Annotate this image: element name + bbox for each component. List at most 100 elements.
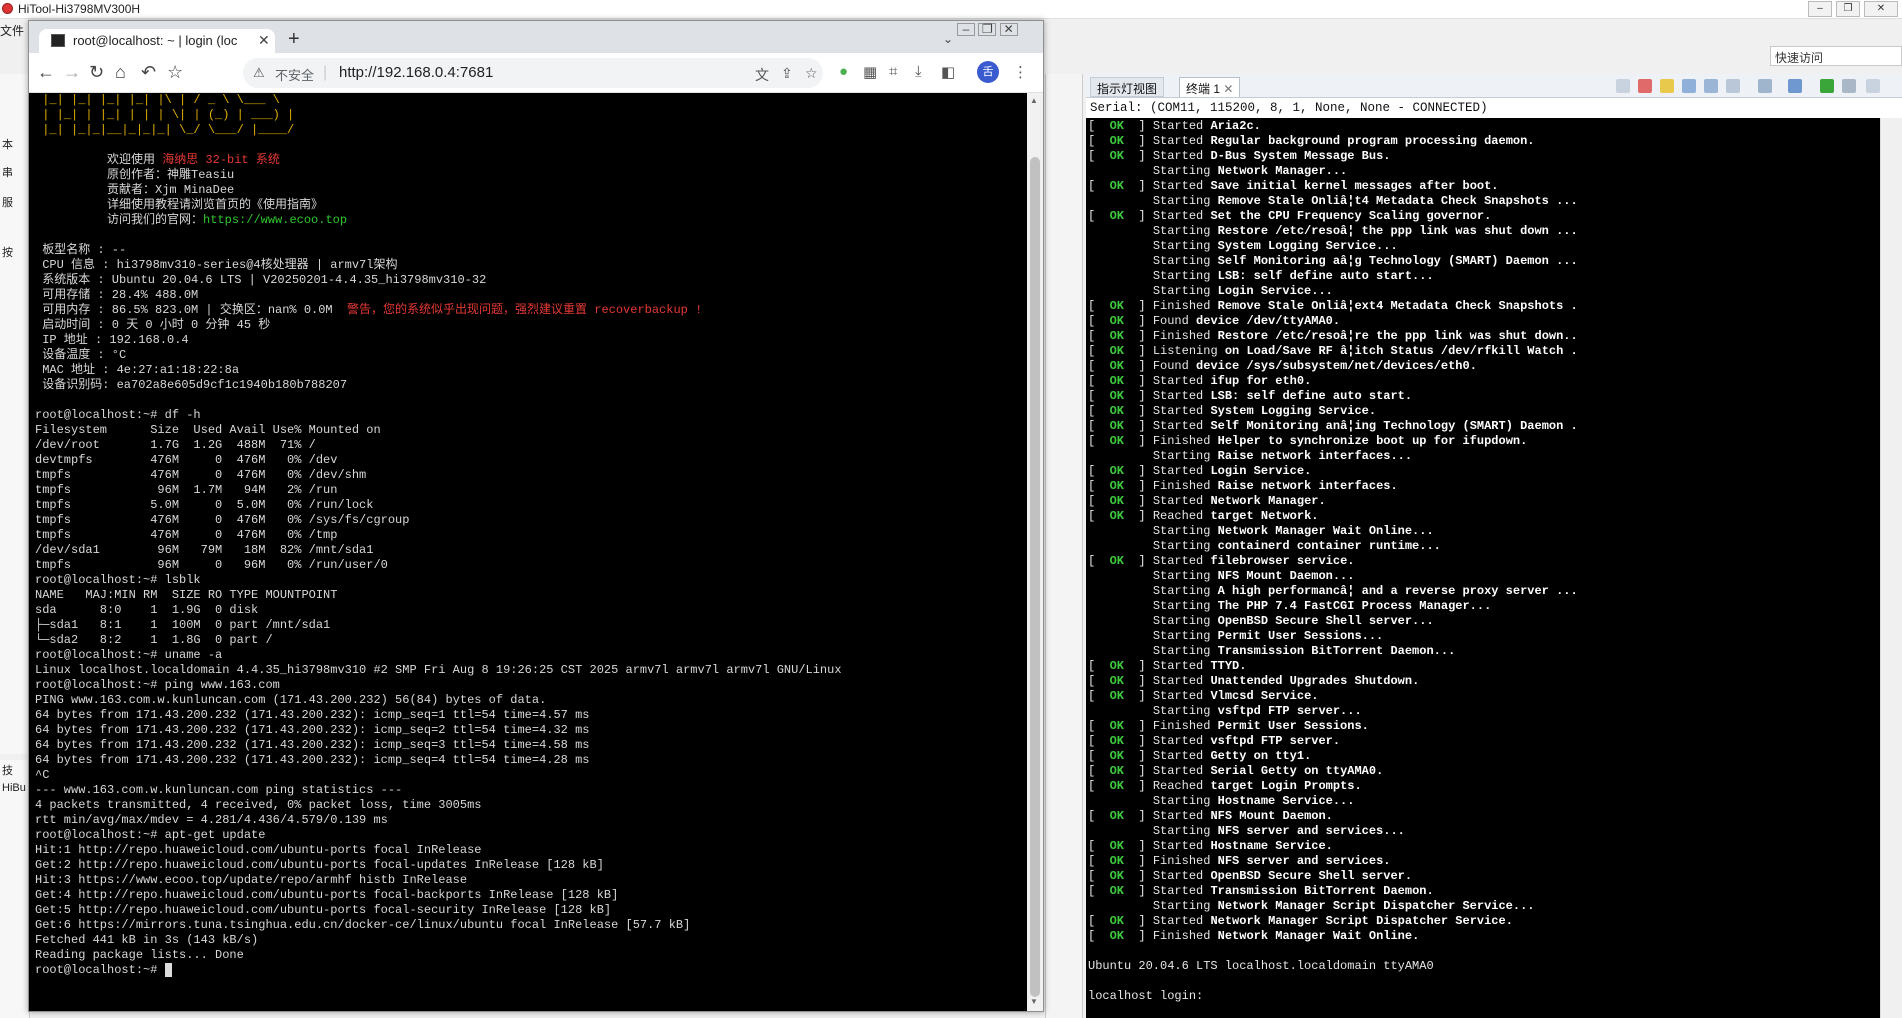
boot-unit: Hostname Service... bbox=[1217, 794, 1355, 808]
minimize-view-icon[interactable] bbox=[1866, 79, 1880, 93]
boot-unit: NFS server and services... bbox=[1217, 824, 1405, 838]
settings-icon[interactable] bbox=[1660, 79, 1674, 93]
left-bottom-item-0[interactable]: 技 bbox=[2, 762, 13, 778]
bookmark-star-icon[interactable]: ☆ bbox=[167, 62, 183, 82]
url-text[interactable]: http://192.168.0.4:7681 bbox=[339, 64, 493, 81]
forward-icon[interactable]: → bbox=[63, 62, 81, 82]
menu-icon[interactable]: ⋮ bbox=[1013, 63, 1028, 81]
left-item-0[interactable]: 本 bbox=[2, 136, 13, 152]
boot-verb: Started bbox=[1152, 659, 1204, 673]
reload-icon[interactable]: ↻ bbox=[89, 62, 104, 82]
crop-icon[interactable]: ⌗ bbox=[889, 63, 897, 80]
boot-unit: Transmission BitTorrent Daemon... bbox=[1217, 644, 1456, 658]
home-icon[interactable]: ⌂ bbox=[115, 62, 126, 82]
minimize-button[interactable]: – bbox=[1808, 1, 1832, 17]
disconnect-icon[interactable] bbox=[1616, 79, 1630, 93]
translate-icon[interactable]: 文 bbox=[755, 65, 769, 85]
boot-verb: Reached bbox=[1152, 779, 1204, 793]
hitool-app-icon bbox=[2, 3, 13, 14]
quick-access-input[interactable]: 快速访问 bbox=[1770, 46, 1902, 66]
ok-status: OK bbox=[1102, 404, 1132, 418]
terminal-line: --- www.163.com.w.kunluncan.com ping sta… bbox=[35, 783, 403, 797]
side-panel-icon[interactable]: ◧ bbox=[941, 63, 955, 81]
terminal-line: NAME MAJ:MIN RM SIZE RO TYPE MOUNTPOINT bbox=[35, 588, 338, 602]
left-item-3[interactable]: 按 bbox=[2, 244, 13, 260]
bracket: ] bbox=[1131, 314, 1153, 328]
layout-icon[interactable] bbox=[1682, 79, 1696, 93]
address-bar[interactable]: ⚠ 不安全 | http://192.168.0.4:7681 文 ⇪ ☆ bbox=[243, 58, 823, 88]
bracket: [ bbox=[1088, 689, 1103, 703]
boot-verb: Started bbox=[1152, 749, 1204, 763]
browser-minimize-button[interactable]: – bbox=[957, 23, 975, 36]
boot-verb: Started bbox=[1152, 734, 1204, 748]
browser-close-button[interactable]: ✕ bbox=[999, 23, 1018, 36]
browser-restore-button[interactable]: ❐ bbox=[978, 23, 997, 36]
new-tab-button[interactable]: + bbox=[288, 29, 300, 49]
extension-icon[interactable]: ● bbox=[839, 63, 848, 80]
boot-unit: Login Service... bbox=[1217, 284, 1333, 298]
grid-icon[interactable]: ▦ bbox=[863, 63, 877, 81]
terminal-cursor bbox=[164, 963, 172, 977]
back-icon[interactable]: ← bbox=[37, 62, 55, 82]
boot-unit: OpenBSD Secure Shell server. bbox=[1210, 869, 1413, 883]
web-scrollbar[interactable]: ▲ ▼ bbox=[1027, 93, 1043, 1011]
tab-title: root@localhost: ~ | login (loc bbox=[73, 33, 238, 48]
boot-unit: Login Service. bbox=[1210, 464, 1312, 478]
web-scroll-thumb[interactable] bbox=[1030, 157, 1040, 997]
close-button[interactable]: ✕ bbox=[1864, 1, 1898, 17]
profile-avatar[interactable]: 舌 bbox=[977, 61, 999, 83]
boot-line: [ OK ] Started Aria2c. bbox=[1088, 119, 1878, 134]
tab-close-icon[interactable]: ✕ bbox=[1223, 82, 1233, 96]
scroll-up-icon[interactable]: ▲ bbox=[1030, 96, 1038, 105]
download-icon[interactable]: ⤓ bbox=[915, 63, 922, 80]
serial-terminal[interactable]: [ OK ] Started Aria2c. [ OK ] Started Reg… bbox=[1086, 118, 1880, 1018]
reconnect-icon[interactable] bbox=[1638, 79, 1652, 93]
tab-terminal-1[interactable]: 终端 1 ✕ bbox=[1179, 77, 1241, 97]
warning-icon[interactable]: ⚠ bbox=[253, 65, 265, 81]
tab-search-icon[interactable]: ⌄ bbox=[943, 32, 953, 46]
left-item-1[interactable]: 串 bbox=[2, 164, 13, 180]
site-url[interactable]: https://www.ecoo.top bbox=[203, 213, 347, 227]
scroll-lock-icon[interactable] bbox=[1704, 79, 1718, 93]
clear-icon[interactable] bbox=[1726, 79, 1740, 93]
open-terminal-icon[interactable] bbox=[1758, 79, 1772, 93]
boot-verb: Started bbox=[1152, 149, 1204, 163]
stop-icon[interactable] bbox=[1842, 79, 1856, 93]
site-prefix: 访问我们的官网： bbox=[107, 213, 204, 227]
bookmark-icon[interactable]: ☆ bbox=[805, 65, 818, 82]
boot-verb: Started bbox=[1152, 374, 1204, 388]
ok-status: OK bbox=[1102, 419, 1132, 433]
boot-verb: Starting bbox=[1152, 824, 1211, 838]
bracket: ] bbox=[1131, 479, 1153, 493]
boot-line: Starting Restore /etc/resoâ¦ the ppp lin… bbox=[1088, 224, 1878, 239]
bracket: [ bbox=[1088, 509, 1103, 523]
share-icon[interactable]: ⇪ bbox=[781, 65, 793, 82]
new-console-icon[interactable] bbox=[1788, 79, 1802, 93]
tab-indicator-view[interactable]: 指示灯视图 bbox=[1090, 77, 1165, 97]
terminal-line: tmpfs 476M 0 476M 0% /sys/fs/cgroup bbox=[35, 513, 410, 527]
maximize-button[interactable]: ❐ bbox=[1836, 1, 1860, 17]
bracket: ] bbox=[1131, 404, 1153, 418]
bracket: ] bbox=[1131, 929, 1153, 943]
tab-close-icon[interactable]: ✕ bbox=[258, 32, 270, 49]
boot-line: Starting Remove Stale Onliâ¦t4 Metadata … bbox=[1088, 194, 1878, 209]
boot-line: Starting Permit User Sessions... bbox=[1088, 629, 1878, 644]
ok-status: OK bbox=[1102, 719, 1132, 733]
serial-scrollbar[interactable] bbox=[1880, 118, 1902, 1018]
left-item-2[interactable]: 服 bbox=[2, 194, 13, 210]
menu-file[interactable]: 文件 bbox=[0, 22, 24, 39]
boot-unit: Regular background program processing da… bbox=[1210, 134, 1535, 148]
left-bottom-item-1[interactable]: HiBu bbox=[2, 782, 26, 794]
terminal-line: ├─sda1 8:1 1 100M 0 part /mnt/sda1 bbox=[35, 618, 331, 632]
web-terminal[interactable]: |_| |_| |_| |_| |\ | / _ \ \___ \ | |_| … bbox=[29, 93, 1027, 1011]
scroll-down-icon[interactable]: ▼ bbox=[1030, 997, 1038, 1006]
undo-icon[interactable]: ↶ bbox=[141, 62, 156, 82]
run-icon[interactable] bbox=[1820, 79, 1834, 93]
browser-tab[interactable]: root@localhost: ~ | login (loc ✕ bbox=[39, 29, 275, 53]
